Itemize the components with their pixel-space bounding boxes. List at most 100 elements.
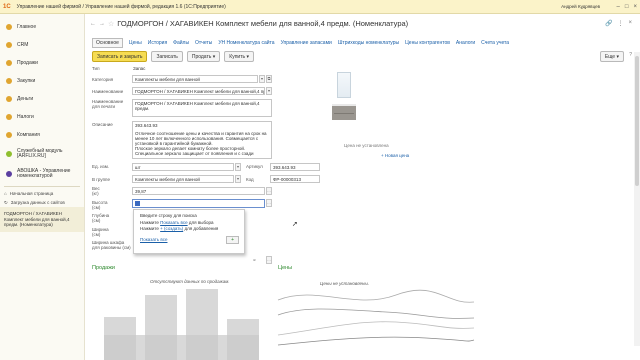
popup-showall-link[interactable]: Показать все — [160, 220, 187, 225]
user-name[interactable]: Андрей Кудрявцев — [561, 4, 600, 9]
favorite-star-icon[interactable]: ☆ — [108, 20, 114, 28]
sell-button[interactable]: Продать ▾ — [186, 51, 221, 62]
link-icon[interactable]: 🔗 — [605, 20, 612, 27]
text-cursor — [135, 200, 140, 206]
placeholder-line — [277, 308, 475, 319]
popup-showall-bottom-link[interactable]: Показать все — [140, 237, 167, 242]
height-field[interactable] — [132, 199, 265, 208]
window-title: Управление нашей фирмой / Управление наш… — [16, 3, 226, 10]
article-field[interactable]: 393.643.93 — [270, 163, 320, 171]
sidebar: Главное CRM Продажи Закупки Деньги Налог… — [0, 14, 85, 360]
unit-dropdown-icon[interactable]: ▾ — [235, 163, 241, 171]
menu-dots-icon[interactable]: ⋮ — [617, 20, 623, 27]
group-field[interactable]: Комплекты мебели для ванной — [132, 175, 234, 183]
group-label: В группе — [92, 177, 110, 182]
sidebar-item-avoshka[interactable]: АВОШКА - Управление номенклатурой — [0, 164, 84, 184]
tab-prices[interactable]: Цены — [129, 40, 142, 46]
service-module-icon — [6, 151, 12, 157]
code-field[interactable]: ФР-00000313 — [270, 175, 320, 183]
sales-section-title: Продажи — [92, 265, 115, 271]
print-name-field[interactable]: ГОДМОРГОН / ХАГАВИКЕН Комплект мебели дл… — [132, 99, 272, 117]
tab-stock[interactable]: Управление запасами — [281, 40, 332, 46]
sidebar-item-crm[interactable]: CRM — [0, 36, 84, 54]
maximize-icon[interactable]: □ — [625, 4, 629, 10]
type-value: Запас — [133, 66, 146, 71]
width-label: Ширина (см) — [92, 227, 109, 237]
sidebar-link-home[interactable]: ⌂ Начальная страница — [0, 189, 84, 198]
sidebar-item-main[interactable]: Главное — [0, 18, 84, 36]
tab-site-nomenclature[interactable]: УН Номенклатура сайта — [218, 40, 274, 46]
save-close-button[interactable]: Записать и закрыть — [92, 51, 148, 62]
purchases-icon — [6, 78, 12, 84]
product-image[interactable] — [330, 72, 360, 132]
weight-calc-icon[interactable]: … — [266, 187, 272, 195]
form-scrollbar[interactable] — [634, 52, 640, 346]
tab-main[interactable]: Основное — [92, 38, 123, 48]
import-icon: ↻ — [4, 199, 8, 205]
save-button[interactable]: Записать — [151, 51, 183, 62]
placeholder-line — [277, 321, 475, 336]
category-label: Категория — [92, 77, 114, 82]
tab-history[interactable]: История — [148, 40, 167, 46]
tab-barcodes[interactable]: Штрихкоды номенклатуры — [338, 40, 399, 46]
mirror-shape — [337, 72, 351, 98]
name-dropdown-icon[interactable]: ▾ — [266, 87, 272, 95]
weight-label: Вес (кг) — [92, 186, 100, 196]
company-icon — [6, 132, 12, 138]
description-field[interactable]: 393.643.93 Отличное соотношение цены и к… — [132, 121, 272, 159]
calc-hint: ж — [253, 257, 256, 262]
tab-bar: Основное Цены История Файлы Отчеты УН Но… — [92, 38, 509, 48]
close-icon[interactable]: × — [633, 4, 637, 10]
weight-field[interactable]: 39,87 — [132, 187, 265, 195]
height-calc-icon[interactable]: … — [266, 199, 272, 207]
tab-files[interactable]: Файлы — [173, 40, 189, 46]
unit-field[interactable]: шт — [132, 163, 234, 171]
tab-accounts[interactable]: Счета учета — [481, 40, 509, 46]
main-icon — [6, 24, 12, 30]
form-close-icon[interactable]: × — [628, 20, 632, 27]
category-open-icon[interactable]: ⧉ — [266, 75, 272, 83]
sidebar-link-import[interactable]: ↻ Загрузка данных с сайтов — [0, 198, 84, 207]
sidebar-item-company[interactable]: Компания — [0, 126, 84, 144]
sales-empty-note: Отсутствуют данных по продажам. — [150, 279, 230, 284]
sidebar-item-sales[interactable]: Продажи — [0, 54, 84, 72]
cabinet-width-label: Ширина шкафа для раковины (см) — [92, 240, 131, 250]
sidebar-item-taxes[interactable]: Налоги — [0, 108, 84, 126]
sales-placeholder-chart — [104, 289, 259, 360]
tab-contractor-prices[interactable]: Цены контрагентов — [405, 40, 450, 46]
money-icon — [6, 96, 12, 102]
sidebar-item-service-module[interactable]: Служебный модуль [ARFLIX.RU] — [0, 144, 84, 164]
code-label: Код — [246, 177, 254, 182]
avoshka-icon — [6, 171, 12, 177]
window-controls: – □ × — [617, 4, 637, 10]
sidebar-item-purchases[interactable]: Закупки — [0, 72, 84, 90]
scrollbar-thumb[interactable] — [635, 56, 639, 186]
group-dropdown-icon[interactable]: ▾ — [235, 175, 241, 183]
tab-analogs[interactable]: Аналоги — [456, 40, 475, 46]
sidebar-item-money[interactable]: Деньги — [0, 90, 84, 108]
more-button[interactable]: Еще ▾ — [599, 51, 624, 62]
popup-add-button[interactable]: + — [226, 235, 239, 244]
article-label: Артикул — [246, 164, 263, 169]
cabinet-shape — [332, 104, 356, 120]
toolbar: Записать и закрыть Записать Продать ▾ Ку… — [92, 51, 254, 62]
home-icon: ⌂ — [4, 191, 7, 196]
forward-arrow-icon[interactable]: → — [99, 21, 105, 27]
placeholder-line — [277, 289, 475, 303]
new-price-link[interactable]: + Новая цена — [381, 153, 409, 158]
tab-reports[interactable]: Отчеты — [195, 40, 212, 46]
cabinet-width-calc-icon[interactable]: … — [266, 256, 272, 264]
help-icon[interactable]: ? — [629, 52, 632, 58]
buy-button[interactable]: Купить ▾ — [224, 51, 254, 62]
popup-create-link[interactable]: + (создать) — [160, 226, 183, 231]
crm-icon — [6, 42, 12, 48]
category-field[interactable]: Комплекты мебели для ванной — [132, 75, 258, 83]
name-field[interactable]: ГОДМОРГОН / ХАГАВИКЕН Комплект мебели дл… — [132, 87, 265, 95]
taxes-icon — [6, 114, 12, 120]
popup-hint-create: Нажмите + (создать) для добавления — [140, 226, 219, 231]
form-header: ← → ☆ ГОДМОРГОН / ХАГАВИКЕН Комплект меб… — [90, 19, 408, 28]
category-dropdown-icon[interactable]: ▾ — [259, 75, 265, 83]
minimize-icon[interactable]: – — [617, 4, 620, 10]
sidebar-open-window[interactable]: ГОДМОРГОН / ХАГАВИКЕН Комплект мебели дл… — [0, 207, 84, 232]
back-arrow-icon[interactable]: ← — [90, 21, 96, 27]
